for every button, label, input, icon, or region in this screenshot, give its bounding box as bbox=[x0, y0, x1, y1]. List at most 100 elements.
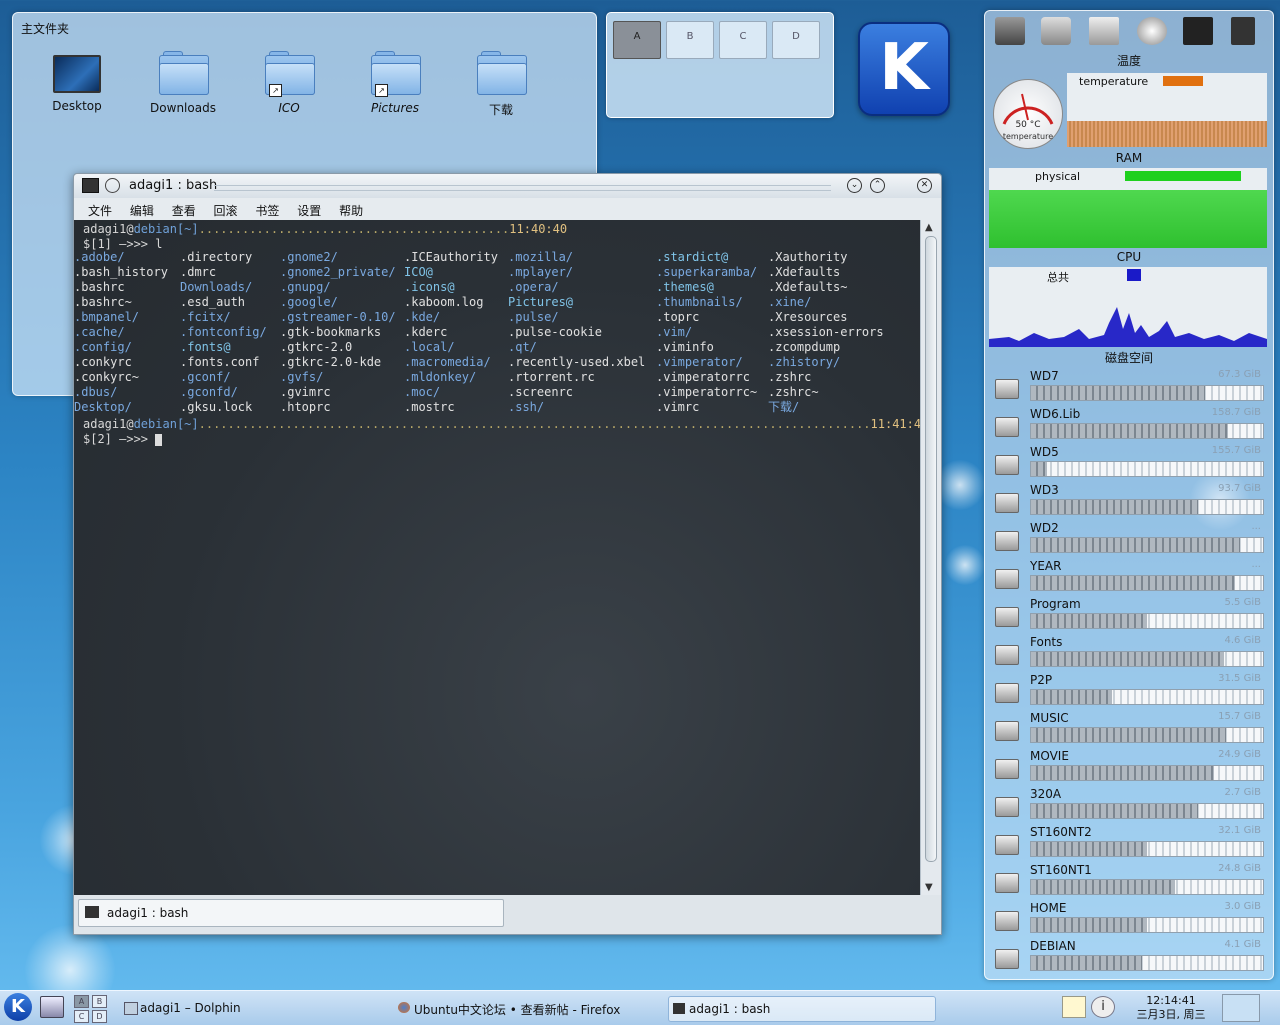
folder-label: Pictures bbox=[370, 101, 420, 115]
ls-entry: .macromedia/ bbox=[404, 355, 491, 369]
ls-entry: .gnupg/ bbox=[280, 280, 331, 294]
xiazai-folder[interactable]: 下载 bbox=[451, 51, 551, 118]
terminal-scrollbar[interactable]: ▲ ▼ bbox=[920, 220, 941, 895]
clipboard-icon[interactable] bbox=[1062, 996, 1086, 1018]
disk-size: 5.5 GiB bbox=[1224, 597, 1261, 608]
harddisk-icon[interactable] bbox=[995, 17, 1025, 45]
menu-help[interactable]: 帮助 bbox=[339, 202, 363, 219]
ls-entry: .kderc bbox=[404, 325, 448, 339]
disk-row[interactable]: Program 5.5 GiB bbox=[991, 597, 1267, 633]
terminal-output[interactable]: adagi1@debian[~]........................… bbox=[74, 220, 921, 895]
ls-entry: .vimperator/ bbox=[656, 355, 743, 369]
temperature-gauge: 50 °C temperature bbox=[993, 79, 1063, 149]
ls-entry: Desktop/ bbox=[74, 400, 132, 414]
text-cursor bbox=[155, 433, 163, 446]
memory-icon[interactable] bbox=[1183, 17, 1213, 45]
task-konsole[interactable]: adagi1 : bash bbox=[668, 996, 936, 1022]
disk-usage-bar bbox=[1030, 499, 1264, 515]
scrollbar-thumb[interactable] bbox=[925, 236, 937, 862]
menu-file[interactable]: 文件 bbox=[88, 202, 112, 219]
ls-entry: .bashrc bbox=[74, 280, 125, 294]
mini-pager-a[interactable]: A bbox=[74, 995, 89, 1008]
ls-column: .mozilla/.mplayer/.opera/Pictures@ .pulse… bbox=[508, 250, 645, 415]
disk-row[interactable]: HOME 3.0 GiB bbox=[991, 901, 1267, 937]
maximize-button[interactable]: ⌃ bbox=[870, 178, 885, 193]
scroll-up-icon[interactable]: ▲ bbox=[925, 222, 933, 233]
disk-usage-bar bbox=[1030, 537, 1264, 553]
disk-name: WD2 bbox=[1030, 521, 1059, 535]
firefox-icon bbox=[398, 1002, 410, 1013]
downloads-folder[interactable]: Downloads bbox=[133, 51, 233, 115]
disk-usage-fill bbox=[1031, 918, 1147, 932]
disk-row[interactable]: WD3 93.7 GiB bbox=[991, 483, 1267, 519]
menu-scrollback[interactable]: 回滚 bbox=[214, 202, 238, 219]
clock[interactable]: 12:14:41 三月3日, 周三 bbox=[1136, 994, 1206, 1022]
harddisk-icon bbox=[995, 417, 1019, 437]
ls-entry: .kde/ bbox=[404, 310, 441, 324]
pager-desktop-c[interactable]: C bbox=[719, 21, 767, 59]
pager-desktop-d[interactable]: D bbox=[772, 21, 820, 59]
menu-edit[interactable]: 编辑 bbox=[130, 202, 154, 219]
disk-row[interactable]: MUSIC 15.7 GiB bbox=[991, 711, 1267, 747]
ls-column: .stardict@ .superkaramba/.themes@ .thumbna… bbox=[656, 250, 757, 415]
disk-usage-bar bbox=[1030, 803, 1264, 819]
disk-size: ... bbox=[1251, 521, 1261, 532]
show-desktop-icon[interactable] bbox=[40, 996, 64, 1018]
menu-view[interactable]: 查看 bbox=[172, 202, 196, 219]
network-icon[interactable] bbox=[1089, 17, 1119, 45]
pager-desktop-b[interactable]: B bbox=[666, 21, 714, 59]
ls-entry: .htoprc bbox=[280, 400, 331, 414]
terminal-tab[interactable]: adagi1 : bash bbox=[78, 899, 504, 927]
disk-usage-fill bbox=[1031, 462, 1048, 476]
mini-pager-c[interactable]: C bbox=[74, 1010, 89, 1023]
disk-row[interactable]: WD2... bbox=[991, 521, 1267, 557]
pictures-folder-link[interactable]: ↗ Pictures bbox=[345, 51, 445, 115]
disk-row[interactable]: Fonts 4.6 GiB bbox=[991, 635, 1267, 671]
ls-entry: .pulse-cookie bbox=[508, 325, 602, 339]
disk-row[interactable]: WD5 155.7 GiB bbox=[991, 445, 1267, 481]
scroll-down-icon[interactable]: ▼ bbox=[925, 882, 933, 893]
mini-pager-b[interactable]: B bbox=[92, 995, 107, 1008]
ls-entry: .recently-used.xbel bbox=[508, 355, 646, 369]
disk-row[interactable]: WD6.Lib 158.7 GiB bbox=[991, 407, 1267, 443]
ls-entry: .xine/ bbox=[768, 295, 812, 309]
menu-settings[interactable]: 设置 bbox=[297, 202, 321, 219]
disk-row[interactable]: 320A 2.7 GiB bbox=[991, 787, 1267, 823]
ls-entry: .gnome2_private/ bbox=[280, 265, 396, 279]
terminal-icon[interactable] bbox=[82, 178, 99, 193]
ls-entry: .themes@ bbox=[656, 280, 714, 294]
harddisk-icon bbox=[995, 569, 1019, 589]
ico-folder-link[interactable]: ↗ ICO bbox=[239, 51, 339, 115]
disk-usage-bar bbox=[1030, 423, 1264, 439]
disk-row[interactable]: DEBIAN 4.1 GiB bbox=[991, 939, 1267, 975]
disk-row[interactable]: ST160NT2 32.1 GiB bbox=[991, 825, 1267, 861]
cpu-chip-icon[interactable] bbox=[1231, 17, 1255, 45]
disk-row[interactable]: WD7 67.3 GiB bbox=[991, 369, 1267, 405]
panel-graph-icon[interactable] bbox=[1222, 994, 1260, 1022]
disk-row[interactable]: YEAR... bbox=[991, 559, 1267, 595]
mini-pager-d[interactable]: D bbox=[92, 1010, 107, 1023]
close-button[interactable]: ✕ bbox=[917, 178, 932, 193]
temperature-graph: temperature bbox=[1067, 73, 1267, 147]
prompt-line-1: adagi1@debian[~]........................… bbox=[83, 222, 568, 236]
pager-desktop-a[interactable]: A bbox=[613, 21, 661, 59]
window-titlebar[interactable]: adagi1 : bash ⌄ ⌃ ✕ bbox=[74, 174, 941, 198]
desktop-icon bbox=[53, 55, 101, 93]
disk-row[interactable]: MOVIE 24.9 GiB bbox=[991, 749, 1267, 785]
task-dolphin[interactable]: adagi1 – Dolphin bbox=[120, 996, 388, 1020]
task-firefox[interactable]: Ubuntu中文论坛 • 查看新帖 - Firefox bbox=[394, 996, 662, 1020]
desktop-folder[interactable]: Desktop bbox=[27, 51, 127, 113]
minimize-button[interactable]: ⌄ bbox=[847, 178, 862, 193]
ls-entry: .gtkrc-2.0-kde bbox=[280, 355, 382, 369]
kde-menu-button[interactable]: K bbox=[4, 993, 32, 1021]
globe-icon[interactable] bbox=[1137, 17, 1167, 45]
info-icon[interactable]: i bbox=[1091, 996, 1115, 1018]
pin-icon[interactable] bbox=[105, 178, 120, 193]
drive-icon[interactable] bbox=[1041, 17, 1071, 45]
disk-row[interactable]: P2P 31.5 GiB bbox=[991, 673, 1267, 709]
disk-usage-fill bbox=[1031, 728, 1226, 742]
disk-size: 2.7 GiB bbox=[1224, 787, 1261, 798]
menu-bookmarks[interactable]: 书签 bbox=[255, 202, 279, 219]
window-title: adagi1 : bash bbox=[129, 178, 218, 193]
disk-row[interactable]: ST160NT1 24.8 GiB bbox=[991, 863, 1267, 899]
